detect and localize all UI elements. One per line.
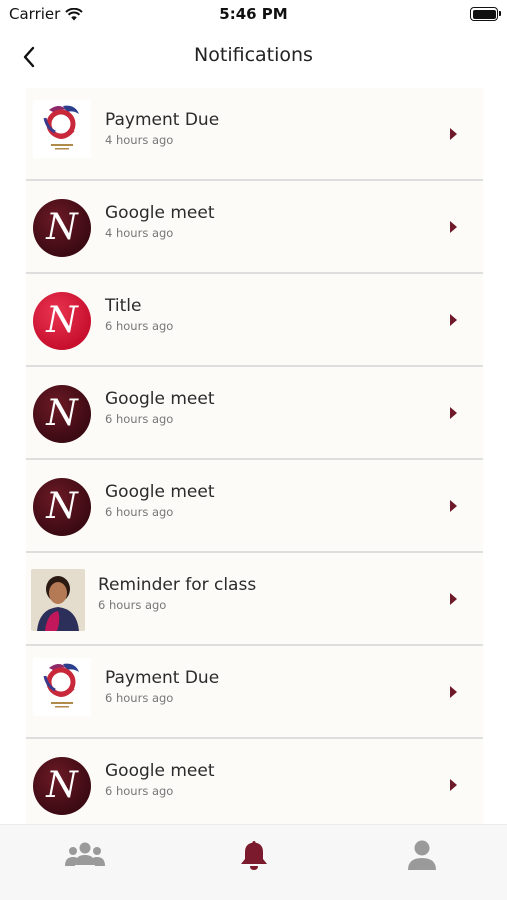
notification-item[interactable]: N Title 6 hours ago [26, 274, 483, 367]
notification-time: 6 hours ago [105, 505, 174, 519]
chevron-right-icon [450, 314, 457, 326]
profile-photo [31, 569, 85, 631]
notification-text: Payment Due 4 hours ago [105, 110, 219, 147]
notification-item[interactable]: N Google meet 6 hours ago [26, 367, 483, 460]
notification-time: 6 hours ago [98, 598, 167, 612]
avatar-letter: N [46, 393, 78, 434]
notification-title: Payment Due [105, 668, 220, 688]
notification-time: 4 hours ago [105, 133, 174, 147]
chevron-right-icon [450, 779, 457, 791]
notification-title: Title [105, 296, 142, 316]
notification-time: 6 hours ago [105, 691, 174, 705]
person-photo-icon [31, 569, 85, 631]
logo-avatar [33, 100, 91, 158]
navigation-bar: Notifications [0, 28, 507, 86]
logo-avatar [33, 658, 91, 716]
notification-time: 4 hours ago [105, 226, 174, 240]
notification-text: Google meet 4 hours ago [105, 203, 215, 240]
notification-time: 6 hours ago [105, 319, 174, 333]
notification-text: Google meet 6 hours ago [105, 761, 215, 798]
avatar: N [33, 757, 91, 815]
brand-logo-icon [43, 663, 79, 708]
notification-text: Title 6 hours ago [105, 296, 173, 333]
notification-title: Google meet [105, 761, 215, 781]
chevron-right-icon [450, 407, 457, 419]
notification-title: Google meet [105, 482, 215, 502]
person-icon [408, 840, 436, 870]
notification-item[interactable]: Payment Due 6 hours ago [26, 646, 483, 739]
notification-text: Google meet 6 hours ago [105, 389, 215, 426]
notification-title: Google meet [105, 203, 215, 223]
notification-list: Payment Due 4 hours ago N Google meet 4 … [26, 88, 483, 832]
avatar-letter: N [46, 300, 78, 341]
chevron-right-icon [450, 221, 457, 233]
avatar: N [33, 199, 91, 257]
status-time: 5:46 PM [219, 5, 288, 23]
tab-bar [0, 824, 507, 900]
tab-groups[interactable] [55, 835, 115, 875]
notification-item[interactable]: Reminder for class 6 hours ago [26, 553, 483, 646]
notification-item[interactable]: N Google meet 6 hours ago [26, 460, 483, 553]
notification-item[interactable]: Payment Due 4 hours ago [26, 88, 483, 181]
avatar: N [33, 478, 91, 536]
chevron-right-icon [450, 500, 457, 512]
notification-text: Google meet 6 hours ago [105, 482, 215, 519]
bell-icon [241, 841, 267, 870]
notification-text: Payment Due 6 hours ago [105, 668, 219, 705]
chevron-right-icon [450, 593, 457, 605]
tab-profile[interactable] [392, 835, 452, 875]
avatar: N [33, 292, 91, 350]
notification-item[interactable]: N Google meet 6 hours ago [26, 739, 483, 832]
group-icon [65, 842, 105, 866]
notification-time: 6 hours ago [105, 784, 174, 798]
avatar-letter: N [46, 765, 78, 806]
notification-title: Google meet [105, 389, 215, 409]
avatar-letter: N [46, 486, 78, 527]
notification-title: Payment Due [105, 110, 220, 130]
battery-icon [470, 7, 501, 21]
notification-title: Reminder for class [98, 575, 257, 595]
tab-notifications[interactable] [224, 835, 284, 875]
brand-logo-icon [43, 105, 79, 150]
avatar: N [33, 385, 91, 443]
notification-time: 6 hours ago [105, 412, 174, 426]
notification-item[interactable]: N Google meet 4 hours ago [26, 181, 483, 274]
page-title: Notifications [194, 44, 313, 66]
status-bar: Carrier 5:46 PM [0, 0, 507, 28]
notification-text: Reminder for class 6 hours ago [98, 575, 256, 612]
chevron-right-icon [450, 128, 457, 140]
chevron-right-icon [450, 686, 457, 698]
avatar-letter: N [46, 207, 78, 248]
